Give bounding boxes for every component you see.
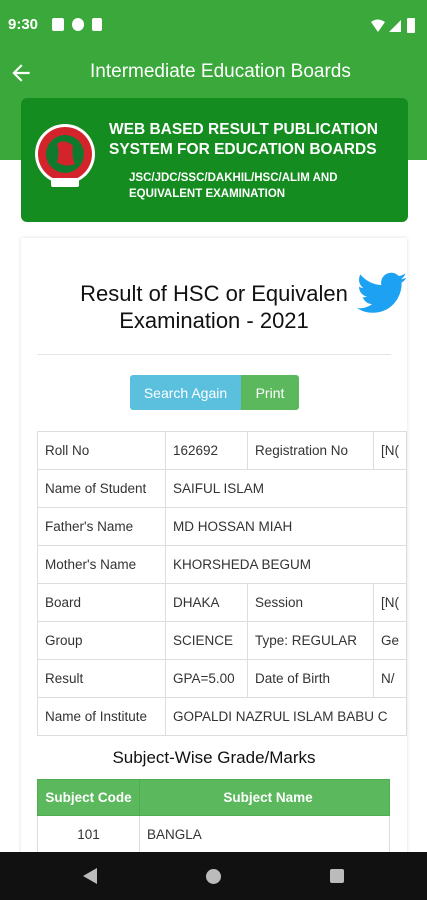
government-seal-icon: [35, 124, 95, 187]
table-row: Father's Name MD HOSSAN MIAH: [37, 507, 407, 546]
table-cell-label: Roll No: [37, 431, 166, 470]
system-nav-bar: [0, 852, 427, 900]
table-cell-label: Board: [37, 583, 166, 622]
table-cell-value: SAIFUL ISLAM: [164, 469, 407, 508]
table-cell-value: N/: [372, 659, 407, 698]
table-row: Name of Institute GOPALDI NAZRUL ISLAM B…: [37, 697, 407, 736]
table-cell-value: MD HOSSAN MIAH: [164, 507, 407, 546]
table-row: Name of Student SAIFUL ISLAM: [37, 469, 407, 508]
result-title-line2: Examination - 2021: [119, 308, 309, 333]
nav-back-icon[interactable]: [82, 867, 98, 885]
table-cell-label: Name of Institute: [37, 697, 166, 736]
search-again-button[interactable]: Search Again: [130, 375, 241, 410]
page-title: Intermediate Education Boards: [90, 61, 351, 82]
table-row: Roll No 162692 Registration No [N(: [37, 431, 407, 470]
banner-subheading: JSC/JDC/SSC/DAKHIL/HSC/ALIM AND EQUIVALE…: [129, 172, 338, 200]
arrow-left-icon[interactable]: [8, 60, 34, 86]
notification-icon: [92, 18, 102, 31]
table-cell-value: GOPALDI NAZRUL ISLAM BABU C: [164, 697, 407, 736]
table-cell-label: Name of Student: [37, 469, 166, 508]
status-time: 9:30: [8, 16, 39, 33]
column-header-name: Subject Name: [139, 779, 390, 816]
table-cell-label: Date of Birth: [246, 659, 374, 698]
student-info-table: Roll No 162692 Registration No [N( Name …: [37, 431, 407, 736]
notification-icon: [52, 18, 64, 31]
table-cell-value: KHORSHEDA BEGUM: [164, 545, 407, 584]
table-cell-label: Group: [37, 621, 166, 660]
print-button[interactable]: Print: [241, 375, 299, 410]
table-cell-label: Result: [37, 659, 166, 698]
banner-heading: WEB BASED RESULT PUBLICATION SYSTEM FOR …: [109, 121, 378, 158]
table-cell-value: [N(: [372, 583, 407, 622]
table-cell-label: Father's Name: [37, 507, 166, 546]
wifi-battery-icon: [371, 18, 415, 33]
header-banner: WEB BASED RESULT PUBLICATION SYSTEM FOR …: [21, 98, 408, 222]
nav-recents-icon[interactable]: [330, 869, 344, 883]
table-cell-label: Mother's Name: [37, 545, 166, 584]
result-title-line1: Result of HSC or Equivalen: [80, 281, 348, 306]
table-cell-value: Ge: [372, 621, 407, 660]
marks-table: Subject Code Subject Name 101 BANGLA: [37, 779, 390, 854]
column-header-code: Subject Code: [37, 779, 140, 816]
table-row: 101 BANGLA: [37, 815, 390, 854]
table-cell-label: Registration No: [246, 431, 374, 470]
table-cell-value: 162692: [164, 431, 248, 470]
table-cell-label: Session: [246, 583, 374, 622]
subject-name: BANGLA: [139, 815, 390, 854]
divider: [37, 354, 391, 355]
twitter-icon[interactable]: [355, 272, 407, 318]
result-title: Result of HSC or Equivalen Examination -…: [21, 280, 407, 334]
table-row: Result GPA=5.00 Date of Birth N/: [37, 659, 407, 698]
nav-home-icon[interactable]: [206, 869, 221, 884]
table-cell-value: SCIENCE: [164, 621, 248, 660]
subject-code: 101: [37, 815, 140, 854]
marks-title: Subject-Wise Grade/Marks: [112, 748, 316, 767]
table-cell-value: GPA=5.00: [164, 659, 248, 698]
status-bar: 9:30: [0, 0, 427, 50]
table-row: Mother's Name KHORSHEDA BEGUM: [37, 545, 407, 584]
table-cell-value: [N(: [372, 431, 407, 470]
table-header-row: Subject Code Subject Name: [37, 779, 390, 816]
result-card: Result of HSC or Equivalen Examination -…: [21, 238, 407, 858]
table-cell-value: DHAKA: [164, 583, 248, 622]
table-row: Board DHAKA Session [N(: [37, 583, 407, 622]
notification-icon: [72, 18, 84, 31]
table-cell-label: Type: REGULAR: [246, 621, 374, 660]
table-row: Group SCIENCE Type: REGULAR Ge: [37, 621, 407, 660]
